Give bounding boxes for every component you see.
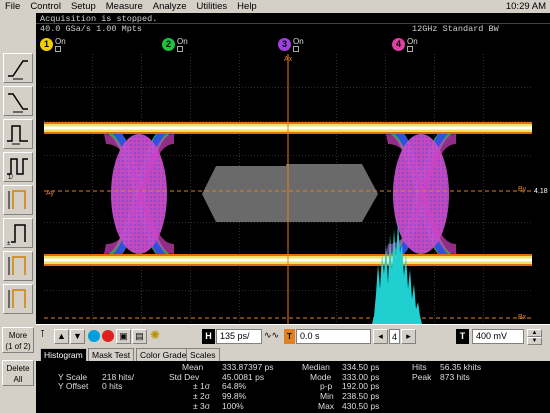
timebase-spin-icon[interactable]: ∿∿ xyxy=(264,330,279,341)
position-field[interactable]: 0.0 s xyxy=(296,329,371,344)
period-icon xyxy=(7,125,28,145)
delete-label: Delete xyxy=(6,364,30,373)
channel-1-badge[interactable]: 1 xyxy=(40,38,53,51)
measurement-tabs: Histogram Mask Test Color Grade Scales xyxy=(40,348,550,361)
overshoot-icon xyxy=(8,289,26,308)
channel-4-checkbox[interactable] xyxy=(407,46,413,52)
t-badge: T xyxy=(284,329,295,344)
delete-all-button[interactable]: Delete All xyxy=(2,360,34,386)
stop-icon[interactable] xyxy=(88,330,100,342)
top-value-button[interactable]: ± xyxy=(3,218,33,248)
h-badge: H xyxy=(202,329,215,344)
tab-color-grade[interactable]: Color Grade xyxy=(136,348,191,361)
channel-1-checkbox[interactable] xyxy=(55,46,61,52)
more-label: More xyxy=(8,331,28,340)
frequency-button[interactable]: 1/ xyxy=(3,152,33,182)
max-value: 430.50 ps xyxy=(342,401,380,411)
rise-time-button[interactable] xyxy=(3,53,33,83)
yoffset-value: 0 hits xyxy=(102,381,123,391)
channel-2-checkbox[interactable] xyxy=(177,46,183,52)
channel-3-label: On xyxy=(293,37,304,46)
tab-scales[interactable]: Scales xyxy=(186,348,220,361)
sample-rate: 40.0 GSa/s 1.00 Mpts xyxy=(40,24,143,34)
amplitude-button[interactable] xyxy=(3,185,33,215)
eye-diagram xyxy=(44,54,532,324)
timebase-field[interactable]: 135 ps/ xyxy=(216,329,262,344)
menu-analyze[interactable]: Analyze xyxy=(148,0,192,13)
menu-control[interactable]: Control xyxy=(25,0,66,13)
volts-down-button[interactable]: ▼ xyxy=(527,337,542,345)
light-icon[interactable]: ✺ xyxy=(150,328,160,342)
yoffset-label: Y Offset xyxy=(58,381,89,391)
marker-ax-label: Ax xyxy=(284,56,293,63)
tab-histogram[interactable]: Histogram xyxy=(40,348,87,361)
overshoot-button[interactable] xyxy=(3,284,33,314)
trigger-channel: 4 xyxy=(389,329,400,344)
svg-text:1/: 1/ xyxy=(8,175,13,180)
menu-bar: File Control Setup Measure Analyze Utili… xyxy=(0,0,550,13)
top-value-icon: ± xyxy=(7,224,26,246)
more-button[interactable]: More (1 of 2) xyxy=(2,327,34,353)
sigma3-value: 100% xyxy=(222,401,244,411)
marker-by-label: By xyxy=(518,186,527,193)
fall-time-icon xyxy=(8,93,28,113)
menu-utilities[interactable]: Utilities xyxy=(192,0,233,13)
frequency-icon: 1/ xyxy=(7,158,28,180)
delete-all-label: All xyxy=(13,375,23,384)
channel-1-label: On xyxy=(55,37,66,46)
volts-up-button[interactable]: ▲ xyxy=(527,329,542,337)
screen-right-margin: 4.18 xyxy=(532,54,550,324)
bandwidth-label: 12GHz Standard BW xyxy=(412,24,499,34)
menu-measure[interactable]: Measure xyxy=(101,0,148,13)
channel-3-checkbox[interactable] xyxy=(293,46,299,52)
camera-icon[interactable]: ▣ xyxy=(116,329,131,344)
save-icon[interactable]: ▤ xyxy=(132,329,147,344)
channel-row: 1 On 2 On 3 On 4 On xyxy=(36,35,550,54)
channel-2-label: On xyxy=(177,37,188,46)
cursor-icon[interactable]: ⊺ xyxy=(40,329,45,340)
v-badge: T xyxy=(456,329,469,344)
clock: 10:29 AM xyxy=(505,1,546,12)
more-page-label: (1 of 2) xyxy=(5,342,31,351)
position-right-button[interactable]: ▸ xyxy=(401,329,416,344)
menu-help[interactable]: Help xyxy=(232,0,262,13)
tab-mask-test[interactable]: Mask Test xyxy=(88,348,135,361)
period-button[interactable] xyxy=(3,119,33,149)
waveform-display[interactable]: Ax Bx Ay By xyxy=(44,54,532,324)
rise-time-icon xyxy=(8,60,28,80)
amplitude-icon xyxy=(8,190,26,209)
menu-setup[interactable]: Setup xyxy=(66,0,101,13)
marker-bx-label: Bx xyxy=(518,314,527,321)
scroll-down-button[interactable]: ▼ xyxy=(70,329,85,344)
vpp-icon xyxy=(8,256,26,275)
volts-per-div-field[interactable]: 400 mV xyxy=(472,329,524,344)
vpp-button[interactable] xyxy=(3,251,33,281)
fall-time-button[interactable] xyxy=(3,86,33,116)
peak-value: 873 hits xyxy=(440,372,470,382)
left-toolbar: 1/ ± More (1 of 2) Delete All xyxy=(0,13,36,413)
channel-3-badge[interactable]: 3 xyxy=(278,38,291,51)
channel-2-badge[interactable]: 2 xyxy=(162,38,175,51)
sigma3-label: ± 3σ xyxy=(193,401,210,411)
svg-text:±: ± xyxy=(7,241,11,246)
marker-ay-label: Ay xyxy=(46,190,55,197)
max-label: Max xyxy=(318,401,335,411)
histogram-results: Y Scale 218 hits/ Y Offset 0 hits Mean 3… xyxy=(36,361,550,413)
right-ref-label: 4.18 xyxy=(534,188,548,195)
control-strip: ⊺ ▲ ▼ ▣ ▤ ✺ H 135 ps/ ∿∿ T 0.0 s ◂ 4 ▸ T… xyxy=(36,324,550,347)
oscilloscope-window: File Control Setup Measure Analyze Utili… xyxy=(0,0,550,413)
position-left-button[interactable]: ◂ xyxy=(373,329,388,344)
peak-label: Peak xyxy=(412,372,432,382)
run-icon[interactable] xyxy=(102,330,114,342)
status-bar: Acquisition is stopped. 40.0 GSa/s 1.00 … xyxy=(36,13,550,35)
menu-file[interactable]: File xyxy=(0,0,25,13)
channel-4-badge[interactable]: 4 xyxy=(392,38,405,51)
channel-4-label: On xyxy=(407,37,418,46)
screen-left-margin xyxy=(36,54,44,324)
scroll-up-button[interactable]: ▲ xyxy=(54,329,69,344)
